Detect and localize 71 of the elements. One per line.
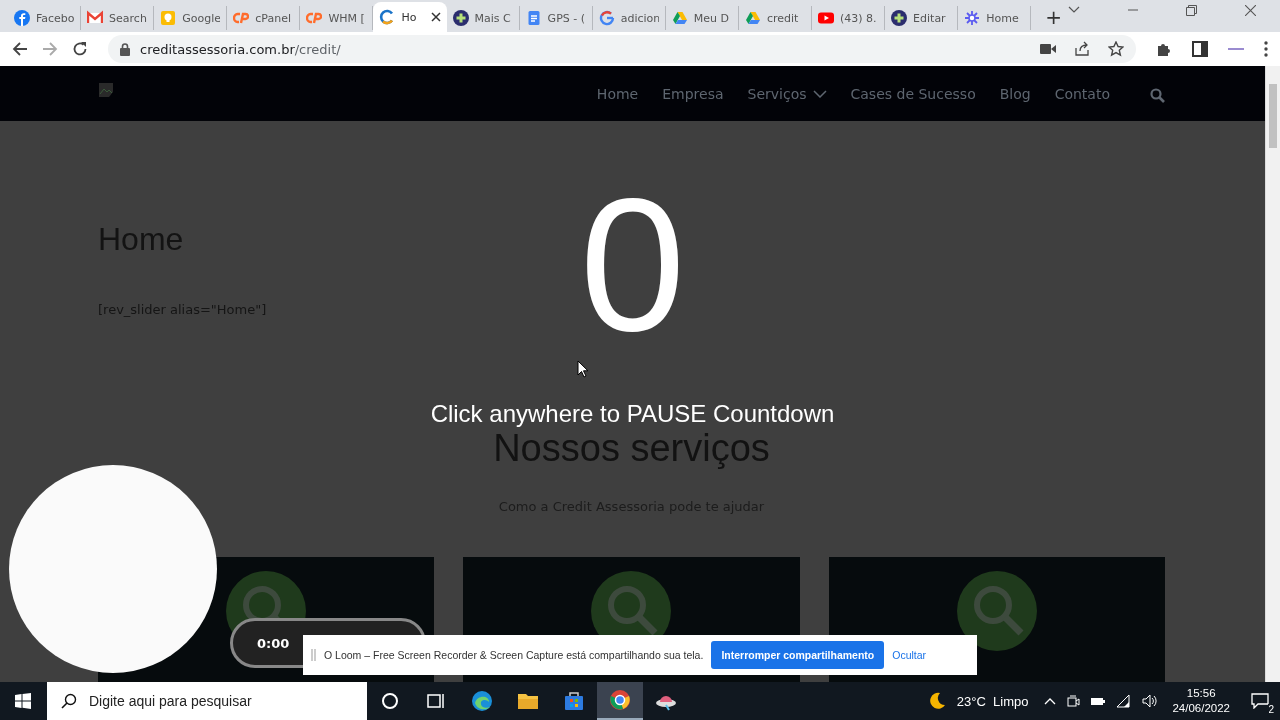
browser-tab[interactable]: Editar [885,6,959,30]
taskbar-clock[interactable]: 15:56 24/06/2022 [1172,686,1230,716]
circle-icon [14,10,30,26]
taskbar-search-field[interactable]: Digite aqui para pesquisar [47,682,367,720]
star-icon[interactable] [1108,41,1124,57]
plus-icon [891,10,908,26]
windows-start-icon[interactable] [15,693,31,709]
mouse-cursor-icon [577,360,589,378]
browser-tab[interactable]: Home [958,6,1032,30]
drag-handle-icon[interactable] [311,649,316,661]
speech-bubble-icon [1251,693,1269,709]
speaker-icon[interactable] [1142,694,1159,708]
cp-icon [306,10,323,26]
nav-link[interactable]: Serviços [747,85,827,102]
browser-tab[interactable]: credit [738,6,812,30]
share-icon[interactable] [1074,41,1090,57]
browser-tab[interactable]: GPS - ( [519,6,593,30]
puzzle-icon[interactable] [1156,41,1172,57]
restore-icon[interactable] [1186,4,1198,16]
lock-icon [120,42,130,56]
close-icon[interactable] [430,12,441,22]
chevron-down-icon[interactable] [1068,6,1081,14]
g-icon [598,10,615,26]
broken-image-icon [98,81,114,98]
forward-arrow-icon [42,41,58,57]
bulb-icon [160,10,177,26]
hide-link[interactable]: Ocultar [892,649,927,661]
new-tab-button[interactable]: + [1039,5,1069,29]
wifi-icon[interactable] [1116,694,1133,708]
triangle-icon [744,10,761,26]
browser-tab[interactable]: adicion [592,6,666,30]
browser-tab[interactable]: Google [154,6,228,30]
search-icon [61,693,77,709]
nav-link[interactable]: Contato [1054,85,1110,102]
countdown-hint[interactable]: Click anywhere to PAUSE Countdown [430,402,835,426]
chevron-up-icon[interactable] [1044,697,1057,705]
weather-text: 23°C Limpo [956,693,1029,709]
browser-tab[interactable]: Mais C [446,6,520,30]
back-arrow-icon[interactable] [12,41,28,57]
stop-sharing-button[interactable]: Interromper compartilhamento [711,641,885,669]
asterisk-icon [964,10,981,26]
browser-tab[interactable]: cPanel [227,6,301,30]
triangle-icon [671,10,688,26]
plus-icon [452,10,469,26]
magnifier-icon [956,571,1037,651]
browser-tab[interactable]: (43) 8. [812,6,886,30]
battery-icon[interactable] [1090,695,1107,707]
scrollbar[interactable] [1265,66,1280,682]
side-panel-icon[interactable] [1192,41,1208,57]
nav-link[interactable]: Empresa [662,85,724,102]
browser-tab[interactable]: Search [81,6,155,30]
c-ring-icon [379,9,396,25]
meet-icon[interactable] [1066,694,1081,708]
more-menu-icon[interactable] [1264,41,1268,57]
browser-tab[interactable]: Ho [373,2,447,32]
cp-icon [233,10,250,26]
envelope-icon [87,10,104,26]
dash-icon[interactable] [1228,46,1244,52]
document-icon [525,10,542,26]
browser-tab[interactable]: Meu D [665,6,739,30]
search-icon[interactable] [1150,88,1165,103]
camera-icon[interactable] [1040,43,1056,55]
url-text: creditassessoria.com.br/credit/ [140,41,341,57]
address-bar[interactable]: creditassessoria.com.br/credit/ [108,35,1136,63]
nav-link[interactable]: Cases de Sucesso [850,85,976,102]
countdown-number: 0 [579,174,686,354]
browser-tab[interactable]: Facebo [8,6,82,30]
reload-icon[interactable] [72,41,88,57]
nav-link[interactable]: Home [596,85,639,102]
play-icon [818,10,834,26]
nav-link[interactable]: Blog [999,85,1031,102]
